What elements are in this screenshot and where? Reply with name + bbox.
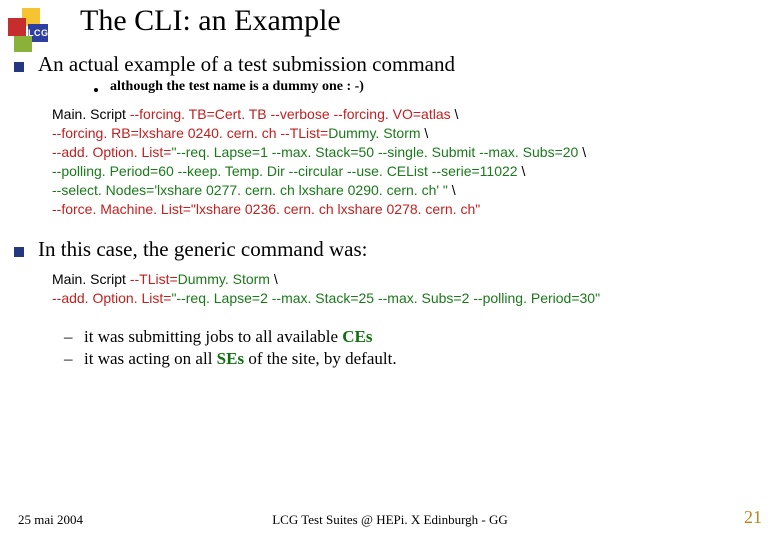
subbullet-1-text: although the test name is a dummy one : … [110,79,364,95]
code-arg: --force. Machine. List="lxshare 0236. ce… [52,201,480,217]
code-text: \ [421,125,429,141]
emphasis-ces: CEs [342,327,372,346]
code-arg: --add. Option. List= [52,290,171,306]
dash-text: it was acting on all [84,349,217,368]
dash-text: of the site, by default. [244,349,397,368]
code-opt: Dummy. Storm [178,271,270,287]
slide-title: The CLI: an Example [80,4,341,38]
code-opt: "--req. Lapse=1 --max. Stack=50 --single… [171,144,578,160]
emphasis-ses: SEs [217,349,244,368]
code-opt: --polling. Period=60 --keep. Temp. Dir -… [52,163,518,179]
dash-item-2: – it was acting on all SEs of the site, … [64,348,766,371]
dash-list: – it was submitting jobs to all availabl… [64,326,766,372]
code-arg: --forcing. RB=lxshare 0240. cern. ch --T… [52,125,328,141]
code-text: \ [448,182,456,198]
code-opt: "--req. Lapse=2 --max. Stack=25 --max. S… [171,290,600,306]
logo-square-red [8,18,26,36]
dash-icon: – [64,326,74,349]
dash-text: it was submitting jobs to all available [84,327,342,346]
dash-item-1: – it was submitting jobs to all availabl… [64,326,766,349]
bullet-1-text: An actual example of a test submission c… [38,52,455,77]
code-opt: --select. Nodes='lxshare 0277. cern. ch … [52,182,448,198]
square-bullet-icon [14,62,24,72]
bullet-2-text: In this case, the generic command was: [38,237,367,262]
code-text: \ [578,144,586,160]
code-block-2: Main. Script --TList=Dummy. Storm \ --ad… [52,270,766,308]
bullet-1: An actual example of a test submission c… [14,52,766,77]
code-arg: --TList= [130,271,178,287]
dash-icon: – [64,348,74,371]
slide-footer: 25 mai 2004 LCG Test Suites @ HEPi. X Ed… [0,507,780,528]
code-text: \ [270,271,278,287]
square-bullet-icon [14,247,24,257]
bullet-2: In this case, the generic command was: [14,237,766,262]
code-text: \ [518,163,526,179]
code-text: Main. Script [52,106,130,122]
dot-bullet-icon [94,88,98,92]
slide-content: An actual example of a test submission c… [14,52,766,371]
code-text: Main. Script [52,271,130,287]
subbullet-1: although the test name is a dummy one : … [94,79,766,95]
footer-title: LCG Test Suites @ HEPi. X Edinburgh - GG [0,512,780,528]
code-arg: --forcing. TB=Cert. TB --verbose --forci… [130,106,451,122]
code-arg: --add. Option. List= [52,144,171,160]
lcg-logo: LCG [8,8,56,52]
logo-square-green [14,36,32,52]
code-opt: Dummy. Storm [328,125,420,141]
code-text: \ [451,106,459,122]
code-block-1: Main. Script --forcing. TB=Cert. TB --ve… [52,105,766,218]
